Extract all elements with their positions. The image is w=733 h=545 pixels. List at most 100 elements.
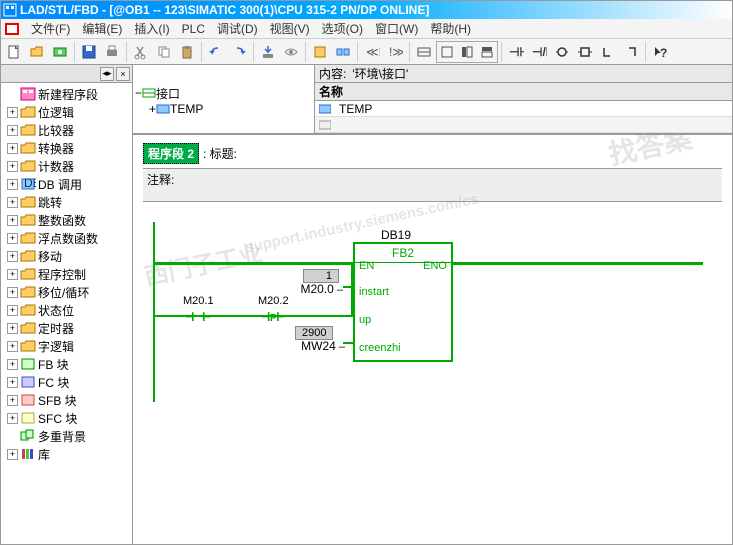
ladder-network[interactable]: M20.1 ⊣ ⊢ M20.2 ⊣P⊢ DB19 FB2 EN ENO inst… — [143, 222, 722, 402]
tree-item[interactable]: 多重背景 — [3, 427, 130, 445]
tree-item[interactable]: +计数器 — [3, 157, 130, 175]
branch-open-button[interactable] — [597, 41, 619, 63]
fb-pin-eno: ENO — [423, 260, 447, 272]
expand-icon[interactable]: + — [7, 197, 18, 208]
menu-file[interactable]: 文件(F) — [25, 18, 76, 39]
save-button[interactable] — [78, 41, 100, 63]
undo-button[interactable] — [205, 41, 227, 63]
view2-button[interactable] — [457, 42, 477, 62]
tree-item[interactable]: +移动 — [3, 247, 130, 265]
help-cursor-button[interactable]: ? — [649, 41, 671, 63]
new-button[interactable] — [3, 41, 25, 63]
segment-title-text[interactable]: : 标题: — [203, 145, 237, 162]
menu-debug[interactable]: 调试(D) — [211, 18, 264, 39]
box-button[interactable] — [574, 41, 596, 63]
sidebar-close-btn[interactable]: × — [116, 67, 130, 81]
copy-button[interactable] — [153, 41, 175, 63]
expand-icon[interactable]: + — [7, 377, 18, 388]
expand-icon[interactable]: + — [7, 269, 18, 280]
expand-icon[interactable]: + — [7, 395, 18, 406]
menu-plc[interactable]: PLC — [176, 20, 211, 38]
menu-insert[interactable]: 插入(I) — [128, 18, 175, 39]
tree-item[interactable]: +DBDB 调用 — [3, 175, 130, 193]
print-button[interactable] — [101, 41, 123, 63]
tree-item[interactable]: +位逻辑 — [3, 103, 130, 121]
expand-icon[interactable]: + — [7, 107, 18, 118]
menu-options[interactable]: 选项(O) — [316, 18, 369, 39]
coil-button[interactable] — [551, 41, 573, 63]
tree-item[interactable]: +转换器 — [3, 139, 130, 157]
download-button[interactable] — [257, 41, 279, 63]
expand-icon[interactable]: + — [7, 323, 18, 334]
contact-no[interactable]: M20.1 ⊣ ⊢ — [183, 295, 214, 325]
expand-icon[interactable]: + — [7, 233, 18, 244]
open-button[interactable] — [26, 41, 48, 63]
table-row-empty[interactable] — [315, 117, 732, 133]
tree-item[interactable]: +SFC 块 — [3, 409, 130, 427]
expand-icon[interactable]: + — [7, 125, 18, 136]
menu-edit[interactable]: 编辑(E) — [76, 18, 128, 39]
expand-icon[interactable]: + — [7, 251, 18, 262]
tree-item[interactable]: +SFB 块 — [3, 391, 130, 409]
expand-icon[interactable]: + — [7, 305, 18, 316]
expand-icon[interactable]: + — [7, 449, 18, 460]
tree-item[interactable]: +浮点数函数 — [3, 229, 130, 247]
next-err-button[interactable]: !≫ — [384, 41, 406, 63]
tree-item-icon — [20, 213, 36, 227]
menu-help[interactable]: 帮助(H) — [424, 18, 477, 39]
tree-item[interactable]: +整数函数 — [3, 211, 130, 229]
monitor-button[interactable] — [280, 41, 302, 63]
tree-item[interactable]: +定时器 — [3, 319, 130, 337]
tree-item[interactable]: 新建程序段 — [3, 85, 130, 103]
segment-tag[interactable]: 程序段 2 — [143, 143, 199, 164]
expand-icon[interactable]: + — [7, 413, 18, 424]
paste-button[interactable] — [176, 41, 198, 63]
pulse-symbol: ⊣P⊢ — [262, 309, 286, 325]
tree-item[interactable]: +比较器 — [3, 121, 130, 139]
expand-icon[interactable]: + — [7, 179, 18, 190]
collapse-icon[interactable]: − — [135, 86, 142, 100]
table-row[interactable]: TEMP — [315, 101, 732, 117]
tree-item[interactable]: +程序控制 — [3, 265, 130, 283]
sidebar: ◂▸ × 新建程序段+位逻辑+比较器+转换器+计数器+DBDB 调用+跳转+整数… — [1, 65, 133, 544]
tree-item[interactable]: +移位/循环 — [3, 283, 130, 301]
expand-icon[interactable]: + — [7, 161, 18, 172]
menu-view[interactable]: 视图(V) — [264, 18, 316, 39]
tree-item[interactable]: +FC 块 — [3, 373, 130, 391]
tree-item[interactable]: +状态位 — [3, 301, 130, 319]
tree-item[interactable]: +字逻辑 — [3, 337, 130, 355]
tree-item-icon — [20, 267, 36, 281]
pulse-contact[interactable]: M20.2 ⊣P⊢ — [258, 295, 289, 325]
contact-nc-button[interactable]: ⊣/⊢ — [528, 41, 550, 63]
expand-icon[interactable]: + — [7, 341, 18, 352]
tree-item[interactable]: +FB 块 — [3, 355, 130, 373]
sidebar-toggle-btn[interactable]: ◂▸ — [100, 67, 114, 81]
instruction-tree[interactable]: 新建程序段+位逻辑+比较器+转换器+计数器+DBDB 调用+跳转+整数函数+浮点… — [1, 83, 132, 544]
goto-button[interactable]: ≪! — [361, 41, 383, 63]
iface-temp[interactable]: + TEMP — [135, 101, 312, 117]
cut-button[interactable] — [130, 41, 152, 63]
comment-box[interactable]: 注释: — [143, 168, 722, 202]
branch-close-button[interactable] — [620, 41, 642, 63]
expand-icon[interactable]: + — [7, 215, 18, 226]
expand-icon[interactable]: + — [7, 287, 18, 298]
contact-no-button[interactable]: ⊣⊢ — [505, 41, 527, 63]
ladder-editor[interactable]: 找答案 西门子工业 support.industry.siemens.com/c… — [133, 135, 732, 544]
online-button[interactable] — [49, 41, 71, 63]
detail-button[interactable] — [413, 41, 435, 63]
view1-button[interactable] — [437, 42, 457, 62]
block-button[interactable] — [309, 41, 331, 63]
iface-root[interactable]: − 接口 — [135, 85, 312, 101]
redo-button[interactable] — [228, 41, 250, 63]
view3-button[interactable] — [477, 42, 497, 62]
fb-block[interactable]: FB2 EN ENO instart up creenzhi — [353, 242, 453, 362]
tree-item[interactable]: +库 — [3, 445, 130, 463]
expand-icon[interactable]: + — [7, 359, 18, 370]
sys-menu-icon[interactable] — [5, 23, 19, 35]
tree-item-icon — [20, 375, 36, 389]
menu-window[interactable]: 窗口(W) — [369, 18, 424, 39]
tree-item[interactable]: +跳转 — [3, 193, 130, 211]
expand-icon[interactable]: + — [7, 143, 18, 154]
expand-icon[interactable]: + — [149, 102, 156, 116]
ref-button[interactable] — [332, 41, 354, 63]
